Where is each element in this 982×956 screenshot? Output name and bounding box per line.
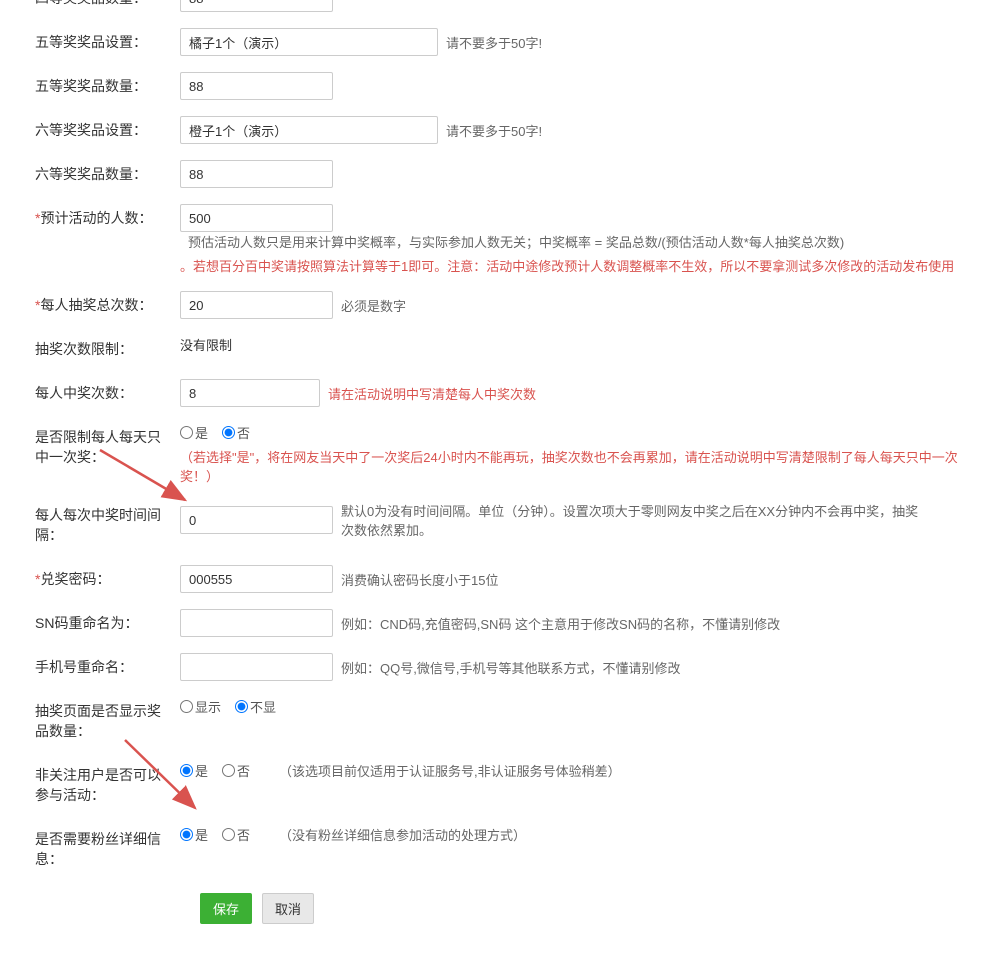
save-button[interactable]: 保存 [200, 893, 252, 924]
daily-limit-radio-yes[interactable] [180, 426, 193, 439]
show-prize-qty-radio-show[interactable] [180, 700, 193, 713]
fan-detail-label: 是否需要粉丝详细信息： [20, 825, 180, 873]
total-draws-help: 必须是数字 [341, 296, 406, 315]
estimated-row: *预计活动的人数： 预估活动人数只是用来计算中奖概率，与实际参加人数无关；中奖概… [20, 196, 962, 283]
prize6-set-row: 六等奖奖品设置： 请不要多于50字! [20, 108, 962, 152]
prize4-qty-row: 四等奖奖品数量： [20, 0, 962, 20]
phone-rename-input[interactable] [180, 653, 333, 681]
password-help: 消费确认密码长度小于15位 [341, 570, 498, 589]
cancel-button[interactable]: 取消 [262, 893, 314, 924]
sn-rename-input[interactable] [180, 609, 333, 637]
phone-rename-label: 手机号重命名： [20, 653, 180, 681]
fan-detail-help: （没有粉丝详细信息参加活动的处理方式） [279, 825, 526, 844]
daily-limit-radio-no[interactable] [222, 426, 235, 439]
non-follower-radio-no-label[interactable]: 否 [222, 761, 250, 780]
fan-detail-radio-no[interactable] [222, 828, 235, 841]
non-follower-label: 非关注用户是否可以参与活动： [20, 761, 180, 809]
fan-detail-radio-yes[interactable] [180, 828, 193, 841]
daily-limit-radio-no-label[interactable]: 否 [222, 423, 250, 442]
total-draws-label: *每人抽奖总次数： [20, 291, 180, 319]
draw-limit-row: 抽奖次数限制： 没有限制 [20, 327, 962, 371]
prize6-set-help: 请不要多于50字! [446, 121, 542, 140]
sn-rename-row: SN码重命名为： 例如：CND码,充值密码,SN码 这个主意用于修改SN码的名称… [20, 601, 962, 645]
daily-limit-row: 是否限制每人每天只中一次奖： 是 否 （若选择"是"，将在网友当天中了一次奖后2… [20, 415, 962, 493]
win-count-input[interactable] [180, 379, 320, 407]
non-follower-help: （该选项目前仅适用于认证服务号,非认证服务号体验稍差） [279, 761, 621, 780]
daily-limit-radio-yes-label[interactable]: 是 [180, 423, 208, 442]
show-prize-qty-radio-hide-label[interactable]: 不显 [235, 697, 276, 716]
daily-limit-label: 是否限制每人每天只中一次奖： [20, 423, 180, 471]
total-draws-input[interactable] [180, 291, 333, 319]
prize6-qty-row: 六等奖奖品数量： [20, 152, 962, 196]
non-follower-radio-yes-label[interactable]: 是 [180, 761, 208, 780]
fan-detail-row: 是否需要粉丝详细信息： 是 否 （没有粉丝详细信息参加活动的处理方式） [20, 817, 962, 881]
win-count-row: 每人中奖次数： 请在活动说明中写清楚每人中奖次数 [20, 371, 962, 415]
prize5-set-input[interactable] [180, 28, 438, 56]
fan-detail-radio-no-label[interactable]: 否 [222, 825, 250, 844]
prize5-set-label: 五等奖奖品设置： [20, 28, 180, 56]
show-prize-qty-radio-show-label[interactable]: 显示 [180, 697, 221, 716]
prize5-qty-input[interactable] [180, 72, 333, 100]
button-row: 保存 取消 [20, 881, 962, 936]
interval-help: 默认0为没有时间间隔。单位（分钟）。设置次项大于零则网友中奖之后在XX分钟内不会… [341, 501, 931, 539]
prize6-set-label: 六等奖奖品设置： [20, 116, 180, 144]
win-count-label: 每人中奖次数： [20, 379, 180, 407]
prize4-qty-input[interactable] [180, 0, 333, 12]
estimated-input[interactable] [180, 204, 333, 232]
win-count-help: 请在活动说明中写清楚每人中奖次数 [328, 384, 536, 403]
phone-rename-help: 例如：QQ号,微信号,手机号等其他联系方式，不懂请别修改 [341, 658, 680, 677]
prize4-qty-label: 四等奖奖品数量： [20, 0, 180, 12]
interval-input[interactable] [180, 506, 333, 534]
password-label: *兑奖密码： [20, 565, 180, 593]
daily-limit-help: （若选择"是"，将在网友当天中了一次奖后24小时内不能再玩，抽奖次数也不会再累加… [180, 447, 962, 485]
non-follower-row: 非关注用户是否可以参与活动： 是 否 （该选项目前仅适用于认证服务号,非认证服务… [20, 753, 962, 817]
interval-label: 每人每次中奖时间间隔： [20, 501, 180, 549]
estimated-label: *预计活动的人数： [20, 204, 180, 232]
prize5-set-row: 五等奖奖品设置： 请不要多于50字! [20, 20, 962, 64]
prize5-qty-row: 五等奖奖品数量： [20, 64, 962, 108]
prize5-qty-label: 五等奖奖品数量： [20, 72, 180, 100]
draw-limit-label: 抽奖次数限制： [20, 335, 180, 363]
password-row: *兑奖密码： 消费确认密码长度小于15位 [20, 557, 962, 601]
show-prize-qty-row: 抽奖页面是否显示奖品数量： 显示 不显 [20, 689, 962, 753]
prize5-set-help: 请不要多于50字! [446, 33, 542, 52]
show-prize-qty-label: 抽奖页面是否显示奖品数量： [20, 697, 180, 745]
prize6-set-input[interactable] [180, 116, 438, 144]
estimated-help2: 。若想百分百中奖请按照算法计算等于1即可。注意：活动中途修改预计人数调整概率不生… [180, 256, 954, 275]
fan-detail-radio-yes-label[interactable]: 是 [180, 825, 208, 844]
password-input[interactable] [180, 565, 333, 593]
phone-rename-row: 手机号重命名： 例如：QQ号,微信号,手机号等其他联系方式，不懂请别修改 [20, 645, 962, 689]
sn-rename-help: 例如：CND码,充值密码,SN码 这个主意用于修改SN码的名称，不懂请别修改 [341, 614, 780, 633]
non-follower-radio-yes[interactable] [180, 764, 193, 777]
prize6-qty-input[interactable] [180, 160, 333, 188]
sn-rename-label: SN码重命名为： [20, 609, 180, 637]
non-follower-radio-no[interactable] [222, 764, 235, 777]
estimated-help1: 预估活动人数只是用来计算中奖概率，与实际参加人数无关；中奖概率 = 奖品总数/(… [188, 232, 844, 251]
interval-row: 每人每次中奖时间间隔： 默认0为没有时间间隔。单位（分钟）。设置次项大于零则网友… [20, 493, 962, 557]
prize6-qty-label: 六等奖奖品数量： [20, 160, 180, 188]
total-draws-row: *每人抽奖总次数： 必须是数字 [20, 283, 962, 327]
show-prize-qty-radio-hide[interactable] [235, 700, 248, 713]
draw-limit-value: 没有限制 [180, 335, 232, 354]
